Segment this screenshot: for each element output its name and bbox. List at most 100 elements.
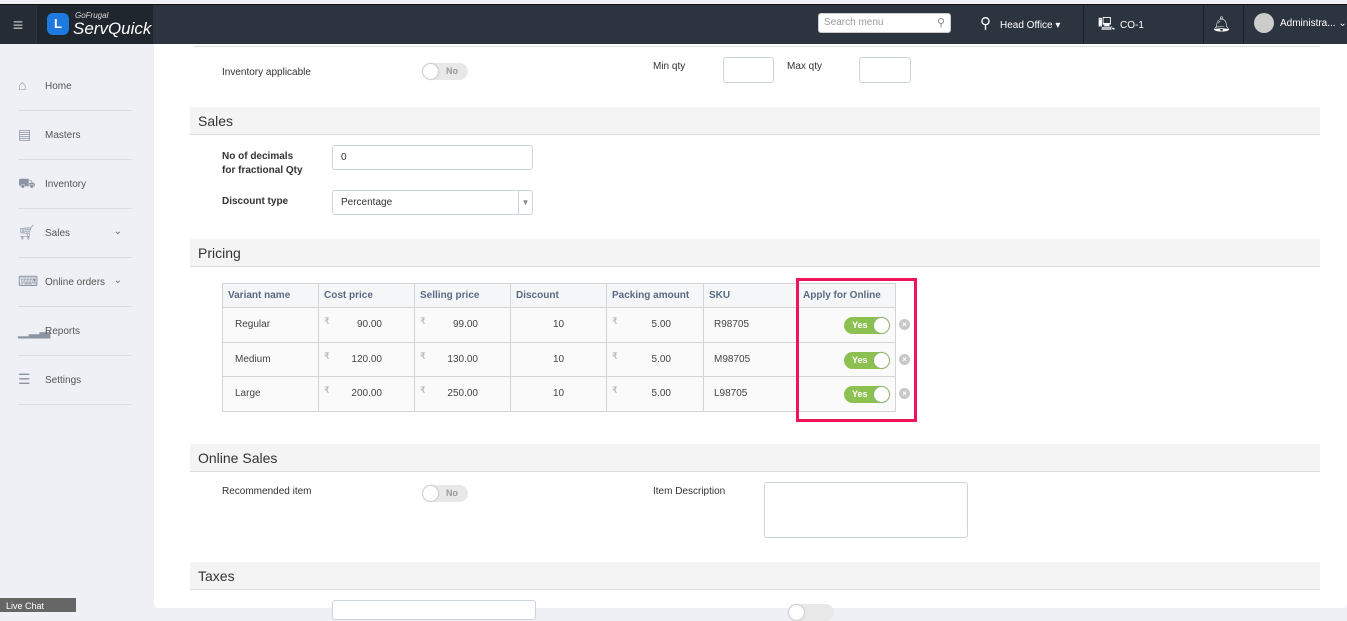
sidebar-item-label: Reports <box>45 326 81 337</box>
caret-down-icon: ▼ <box>518 191 532 214</box>
discount-type-label: Discount type <box>222 196 289 207</box>
packing-amount-cell[interactable]: ₹5.00 <box>606 307 704 343</box>
packing-amount-cell[interactable]: ₹5.00 <box>606 341 704 377</box>
cost-price: 90.00 <box>356 319 382 331</box>
inventory-applicable-label: Inventory applicable <box>222 67 311 78</box>
live-chat-label: Live Chat <box>6 601 45 611</box>
discount-type-value: Percentage <box>341 197 393 208</box>
divider <box>1203 5 1204 45</box>
item-description-label: Item Description <box>653 486 726 497</box>
top-bar: ≡ L GoFrugal ServQuick Search menu ⚲ ⚲ H… <box>0 4 1347 45</box>
recommended-item-label: Recommended item <box>222 486 312 497</box>
sku-cell[interactable]: M98705 <box>703 341 798 377</box>
bar-chart-icon: ▁▂▃ <box>18 322 51 338</box>
table-header-row: Variant name Cost price Selling price Di… <box>222 283 896 308</box>
sidebar-item-label: Inventory <box>45 179 87 190</box>
max-qty-input[interactable] <box>859 57 911 83</box>
table-row: Medium ₹120.00 ₹130.00 10 ₹5.00 M98705 Y… <box>222 341 896 377</box>
max-qty-label: Max qty <box>787 61 823 72</box>
discount-cell[interactable]: 10 <box>510 376 607 412</box>
sidebar-item-reports[interactable]: ▁▂▃ Reports <box>18 307 132 356</box>
section-pricing-header: Pricing <box>190 239 1320 267</box>
sidebar-item-inventory[interactable]: ⛟ Inventory <box>18 160 132 209</box>
hamburger-menu-icon[interactable]: ≡ <box>0 5 36 45</box>
item-description-textarea[interactable] <box>764 482 968 538</box>
discount-cell[interactable]: 10 <box>510 307 607 343</box>
tax-toggle[interactable] <box>788 604 834 621</box>
sidebar-item-label: Home <box>45 81 72 92</box>
selling-price-cell[interactable]: ₹130.00 <box>414 341 511 377</box>
toggle-text: No <box>446 66 458 76</box>
decimals-input[interactable]: 0 <box>332 145 533 170</box>
divider <box>1083 5 1084 45</box>
section-taxes-header: Taxes <box>190 562 1320 590</box>
avatar[interactable] <box>1254 13 1274 33</box>
caret-down-icon: ▾ <box>1055 20 1061 31</box>
variant-name[interactable]: Regular <box>222 307 319 343</box>
sidebar-item-label: Settings <box>45 375 82 386</box>
sidebar-item-home[interactable]: ⌂ Home <box>18 62 132 111</box>
cart-icon: 🛒︎ <box>18 224 36 240</box>
sidebar-item-online-orders[interactable]: ⌨ Online orders ⌄ <box>18 258 132 307</box>
sliders-icon: ☰ <box>18 371 31 387</box>
rupee-icon: ₹ <box>420 350 426 361</box>
table-row: Large ₹200.00 ₹250.00 10 ₹5.00 L98705 Ye… <box>222 376 896 412</box>
sidebar-item-masters[interactable]: ▤ Masters <box>18 111 132 160</box>
section-online-sales-header: Online Sales <box>190 444 1320 472</box>
variant-name[interactable]: Medium <box>222 341 319 377</box>
selling-price-cell[interactable]: ₹250.00 <box>414 376 511 412</box>
sku-cell[interactable]: L98705 <box>703 376 798 412</box>
min-qty-label: Min qty <box>653 61 686 72</box>
packing-amount: 5.00 <box>651 388 671 400</box>
search-icon: ⚲ <box>936 17 945 29</box>
selling-price-cell[interactable]: ₹99.00 <box>414 307 511 343</box>
column-header: Variant name <box>222 283 319 308</box>
chevron-down-icon: ⌄ <box>1335 18 1347 29</box>
brand-name: ServQuick <box>73 19 152 38</box>
recommended-item-toggle[interactable]: No <box>422 485 468 502</box>
sidebar-item-sales[interactable]: 🛒︎ Sales ⌄ <box>18 209 132 258</box>
decimals-label: No of decimals <box>222 151 294 162</box>
table-row: Regular ₹90.00 ₹99.00 10 ₹5.00 R98705 Ye… <box>222 307 896 343</box>
rupee-icon: ₹ <box>612 385 618 395</box>
user-menu[interactable]: Administra... ⌄ <box>1280 18 1347 29</box>
rupee-icon: ₹ <box>324 316 330 326</box>
counter-label[interactable]: CO-1 <box>1120 20 1144 31</box>
location-selector[interactable]: Head Office ▾ <box>1000 20 1060 31</box>
cost-price-cell[interactable]: ₹120.00 <box>318 341 415 377</box>
live-chat-button[interactable]: Live Chat <box>0 598 76 612</box>
sidebar-item-label: Online orders <box>45 277 106 288</box>
rupee-icon: ₹ <box>420 316 426 326</box>
logo[interactable]: L GoFrugal ServQuick <box>37 5 153 45</box>
newspaper-icon: ▤ <box>18 126 32 142</box>
rupee-icon: ₹ <box>612 316 618 326</box>
decimals-label-2: for fractional Qty <box>222 165 303 176</box>
min-qty-input[interactable] <box>723 57 774 83</box>
cost-price: 200.00 <box>351 388 382 400</box>
discount-type-select[interactable]: Percentage ▼ <box>332 190 533 215</box>
packing-amount: 5.00 <box>651 353 671 365</box>
location-label: Head Office <box>1000 20 1053 31</box>
selling-price: 250.00 <box>447 388 478 400</box>
highlight-box <box>796 278 917 422</box>
bell-icon[interactable]: 🔔︎ <box>1212 15 1231 33</box>
search-menu-input[interactable]: Search menu ⚲ <box>818 13 951 33</box>
sidebar-item-label: Sales <box>45 228 71 239</box>
sidebar-item-settings[interactable]: ☰ Settings <box>18 356 132 405</box>
variant-name[interactable]: Large <box>222 376 319 412</box>
column-header: Selling price <box>414 283 511 308</box>
cost-price-cell[interactable]: ₹90.00 <box>318 307 415 343</box>
section-sales-header: Sales <box>190 107 1320 135</box>
chevron-down-icon: ⌄ <box>113 226 122 237</box>
packing-amount-cell[interactable]: ₹5.00 <box>606 376 704 412</box>
clock-logo-icon: L <box>47 13 69 35</box>
selling-price: 99.00 <box>452 319 478 331</box>
sku-cell[interactable]: R98705 <box>703 307 798 343</box>
location-pin-icon: ⚲ <box>980 15 991 32</box>
chevron-down-icon: ⌄ <box>113 275 122 286</box>
tax-select[interactable] <box>332 600 536 620</box>
inventory-applicable-toggle[interactable]: No <box>422 63 468 80</box>
pricing-table: Variant name Cost price Selling price Di… <box>222 283 896 412</box>
cost-price-cell[interactable]: ₹200.00 <box>318 376 415 412</box>
discount-cell[interactable]: 10 <box>510 341 607 377</box>
